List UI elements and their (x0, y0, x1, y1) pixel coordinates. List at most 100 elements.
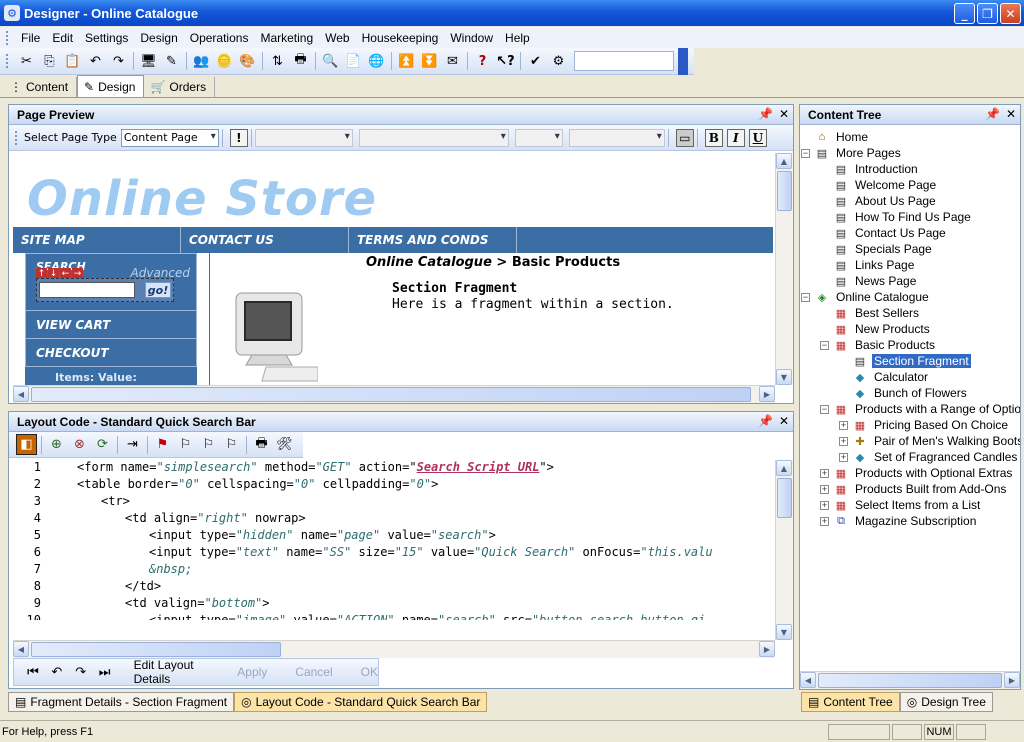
collapse-icon[interactable]: − (801, 149, 810, 158)
code-line[interactable]: 6 <input type="text" name="SS" size="15" … (13, 545, 713, 562)
coins-icon[interactable]: 🪙 (214, 51, 235, 72)
forward-icon[interactable]: ↷ (73, 662, 89, 683)
content-tree[interactable]: ⌂ Home − ▤ More Pages ▤ Introduction ▤ Welcome P… (800, 125, 1020, 681)
checkout-link[interactable]: CHECKOUT (25, 339, 197, 367)
copy-icon[interactable]: ⎘ (39, 51, 60, 72)
go-button[interactable]: go! (145, 282, 171, 298)
monitor-icon[interactable]: 🖥 (138, 51, 159, 72)
paste-icon[interactable]: 📋 (62, 51, 83, 72)
close-icon[interactable]: ✕ (779, 414, 789, 428)
context-help-icon[interactable]: ↖? (495, 51, 516, 72)
close-icon[interactable]: ✕ (1006, 107, 1016, 121)
tree-item[interactable]: ▤ Introduction (833, 161, 920, 177)
maximize-button[interactable]: ❐ (977, 3, 998, 24)
tab-content-tree[interactable]: ▤ Content Tree (801, 692, 900, 712)
grip-handle[interactable] (6, 54, 9, 68)
menu-settings[interactable]: Settings (79, 31, 134, 45)
tab-fragment-details[interactable]: ▤ Fragment Details - Section Fragment (8, 692, 235, 712)
minimize-button[interactable]: _ (954, 3, 975, 24)
edit-layout-details-button[interactable]: Edit Layout Details (134, 658, 210, 686)
collapse-icon[interactable]: − (820, 405, 829, 414)
scroll-down-icon[interactable]: ▼ (776, 369, 792, 385)
tree-item[interactable]: ⧉ Magazine Subscription (833, 513, 978, 529)
next-bookmark-icon[interactable]: ⚐ (175, 434, 196, 455)
refresh-icon[interactable]: ⟳ (92, 434, 113, 455)
menu-edit[interactable]: Edit (46, 31, 79, 45)
tree-item[interactable]: ▦ Basic Products (833, 337, 937, 353)
italic-button[interactable]: I (726, 128, 745, 147)
back-icon[interactable]: ↶ (49, 662, 65, 683)
scroll-thumb[interactable] (818, 673, 1002, 688)
check-icon[interactable]: ✔ (525, 51, 546, 72)
settings-icon[interactable]: ⚙ (548, 51, 569, 72)
expand-icon[interactable]: + (820, 501, 829, 510)
nav-site-map[interactable]: SITE MAP (13, 227, 181, 253)
page-preview-canvas[interactable]: Online Store SITE MAP CONTACT US TERMS A… (13, 153, 773, 385)
download-icon[interactable]: ⏬ (419, 51, 440, 72)
toolbar-overflow[interactable] (678, 47, 688, 75)
selected-fragment-outline[interactable]: go! (36, 278, 174, 302)
add-icon[interactable]: ⊕ (46, 434, 67, 455)
tree-item[interactable]: ▦ Products with Optional Extras (833, 465, 1014, 481)
pin-icon[interactable]: 📌 (758, 107, 773, 121)
transfer-icon[interactable]: ⇅ (267, 51, 288, 72)
toolbar-search-input[interactable] (574, 51, 674, 71)
menu-web[interactable]: Web (319, 31, 355, 45)
collapse-icon[interactable]: − (820, 341, 829, 350)
tree-horizontal-scrollbar[interactable]: ◀ ▶ (800, 671, 1020, 689)
print-icon[interactable]: 🖶 (290, 51, 311, 72)
scroll-thumb[interactable] (777, 171, 792, 211)
preview-icon[interactable]: 🔍 (320, 51, 341, 72)
tree-item[interactable]: ◆ Bunch of Flowers (852, 385, 969, 401)
tree-item[interactable]: ▤ How To Find Us Page (833, 209, 973, 225)
tree-item[interactable]: ▤ More Pages (814, 145, 903, 161)
tree-item[interactable]: ▦ Pricing Based On Choice (852, 417, 1010, 433)
tree-item[interactable]: ◆ Calculator (852, 369, 930, 385)
tree-item[interactable]: ▤ Section Fragment (852, 353, 971, 369)
scroll-left-icon[interactable]: ◀ (800, 672, 816, 688)
bookmark-icon[interactable]: ⚑ (152, 434, 173, 455)
pen-icon[interactable]: ✎ (161, 51, 182, 72)
tree-item[interactable]: ▦ Products with a Range of Options (833, 401, 1020, 417)
tree-item[interactable]: ▦ New Products (833, 321, 932, 337)
tab-content[interactable]: ⋮ Content (4, 77, 78, 97)
quick-search-bar[interactable]: SEARCH ↑ ↓ ← → Advanced go! (25, 253, 197, 311)
clear-bookmarks-icon[interactable]: ⚐ (221, 434, 242, 455)
tab-design-tree[interactable]: ◎ Design Tree (899, 692, 993, 712)
pin-icon[interactable]: 📌 (985, 107, 1000, 121)
tree-item[interactable]: ✚ Pair of Men's Walking Boots (852, 433, 1020, 449)
pin-icon[interactable]: 📌 (758, 414, 773, 428)
page-type-select[interactable]: Content Page (120, 128, 219, 147)
tab-layout-code[interactable]: ◎ Layout Code - Standard Quick Search Ba… (234, 692, 488, 712)
prev-bookmark-icon[interactable]: ⚐ (198, 434, 219, 455)
close-icon[interactable]: ✕ (779, 107, 789, 121)
code-line[interactable]: 7 &nbsp; (13, 562, 193, 579)
tools-icon[interactable]: 🛠 (274, 434, 295, 455)
scroll-left-icon[interactable]: ◀ (13, 386, 29, 402)
tree-item[interactable]: ▤ Contact Us Page (833, 225, 948, 241)
expand-icon[interactable]: + (839, 453, 848, 462)
tree-item[interactable]: ◆ Set of Fragranced Candles (852, 449, 1019, 465)
indent-icon[interactable]: ⇥ (122, 434, 143, 455)
menu-housekeeping[interactable]: Housekeeping (356, 31, 445, 45)
users-icon[interactable]: 👥 (191, 51, 212, 72)
code-horizontal-scrollbar[interactable]: ◀ ▶ (13, 640, 775, 658)
code-line[interactable]: 4 <td align="right" nowrap> (13, 511, 306, 528)
upload-icon[interactable]: ⏫ (396, 51, 417, 72)
exclamation-icon[interactable]: ! (229, 128, 248, 147)
tree-item[interactable]: ▦ Products Built from Add-Ons (833, 481, 1008, 497)
view-cart-link[interactable]: VIEW CART (25, 311, 197, 339)
tree-item[interactable]: ▤ News Page (833, 273, 918, 289)
tree-item[interactable]: ▦ Best Sellers (833, 305, 921, 321)
expand-icon[interactable]: + (820, 485, 829, 494)
menu-marketing[interactable]: Marketing (254, 31, 319, 45)
scroll-thumb[interactable] (777, 478, 792, 518)
paint-icon[interactable]: 🎨 (237, 51, 258, 72)
scroll-right-icon[interactable]: ▶ (759, 386, 775, 402)
undo-icon[interactable]: ↶ (85, 51, 106, 72)
tree-item[interactable]: ▦ Select Items from a List (833, 497, 982, 513)
grip-handle[interactable] (6, 30, 9, 45)
scroll-up-icon[interactable]: ▲ (776, 153, 792, 169)
script-url-link[interactable]: Search Script URL (417, 460, 540, 474)
breadcrumb-root[interactable]: Online Catalogue (366, 255, 492, 270)
